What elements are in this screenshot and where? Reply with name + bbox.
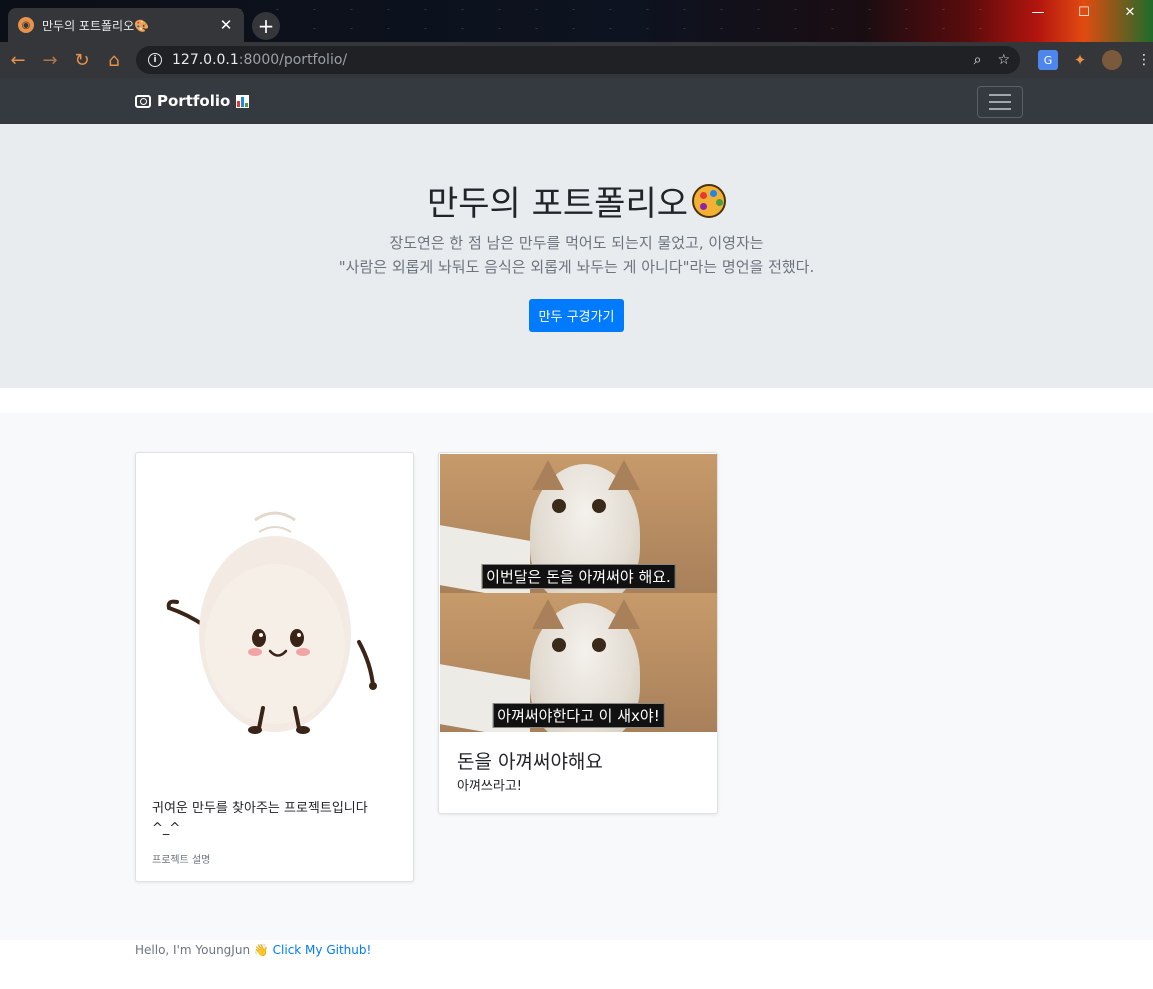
view-dumplings-button[interactable]: 만두 구경가기 (528, 299, 625, 332)
cat-panel-top: 이번달은 돈을 아껴써야 해요. (440, 454, 717, 593)
bookmark-star-icon[interactable]: ☆ (997, 52, 1010, 68)
album-section: 귀여운 만두를 찾아주는 프로젝트입니다 ^_^ 프로젝트 설명 이번달은 돈을… (0, 413, 1153, 940)
card-title: 돈을 아껴써야해요 (457, 751, 603, 773)
card-description: 귀여운 만두를 찾아주는 프로젝트입니다 ^_^ (152, 801, 368, 836)
zoom-search-icon[interactable]: ⌕ (974, 52, 982, 68)
hero-section: 만두의 포트폴리오 장도연은 한 점 남은 만두를 먹어도 되는지 물었고, 이… (0, 124, 1153, 388)
url-path: :8000/portfolio/ (238, 52, 348, 68)
dumpling-image (166, 511, 377, 734)
tab-close-icon[interactable]: ✕ (218, 16, 234, 34)
menu-kebab-icon[interactable]: ⋮ (1134, 50, 1153, 70)
navbar-brand[interactable]: Portfolio (135, 92, 250, 110)
back-arrow-icon[interactable]: ← (2, 44, 34, 76)
forward-arrow-icon[interactable]: → (34, 44, 66, 76)
bar-chart-icon (236, 94, 250, 108)
footer-text: Hello, I'm YoungJun 👋 (135, 943, 269, 957)
favicon-globe-icon: ◉ (18, 17, 34, 33)
brand-label: Portfolio (157, 92, 231, 110)
reload-icon[interactable]: ↻ (66, 44, 98, 76)
site-navbar: Portfolio (0, 78, 1153, 124)
url-host: 127.0.0.1 (172, 52, 239, 68)
maximize-icon[interactable]: ☐ (1061, 0, 1107, 24)
camera-icon (135, 94, 151, 108)
palette-icon (692, 183, 727, 218)
github-link[interactable]: Click My Github! (273, 943, 372, 957)
cat-panel-bottom: 아껴써야한다고 이 새x야! (440, 593, 717, 732)
puzzle-extensions-icon[interactable]: ✦ (1070, 50, 1090, 70)
site-info-icon[interactable]: i (148, 53, 162, 67)
extensions-area: G ✦ ⋮ (1032, 46, 1153, 74)
profile-avatar[interactable] (1102, 50, 1122, 70)
hero-lead-line-1: 장도연은 한 점 남은 만두를 먹어도 되는지 물었고, 이영자는 (389, 234, 764, 252)
project-card[interactable]: 귀여운 만두를 찾아주는 프로젝트입니다 ^_^ 프로젝트 설명 (135, 452, 414, 882)
hero-title-row: 만두의 포트폴리오 (0, 176, 1153, 225)
footer: Hello, I'm YoungJun 👋 Click My Github! (135, 943, 371, 957)
meme-caption-top: 이번달은 돈을 아껴써야 해요. (481, 564, 676, 589)
card-description: 아껴쓰라고! (457, 779, 523, 794)
page-title: 만두의 포트폴리오 (426, 184, 689, 224)
navbar-toggler-button[interactable] (977, 86, 1023, 118)
project-card[interactable]: 이번달은 돈을 아껴써야 해요. 아껴써야한다고 이 새x야! 돈을 아껴써야해… (438, 452, 718, 814)
new-tab-button[interactable]: + (252, 12, 280, 40)
address-bar[interactable]: i 127.0.0.1 :8000/portfolio/ ⌕ ☆ (136, 46, 1020, 74)
browser-titlebar: ◉ 만두의 포트폴리오🎨 ✕ + — ☐ ✕ (0, 0, 1153, 42)
close-window-icon[interactable]: ✕ (1107, 0, 1153, 24)
browser-tab[interactable]: ◉ 만두의 포트폴리오🎨 ✕ (8, 8, 244, 42)
cat-meme-image: 이번달은 돈을 아껴써야 해요. 아껴써야한다고 이 새x야! (440, 454, 717, 732)
minimize-icon[interactable]: — (1015, 0, 1061, 24)
browser-toolbar: ← → ↻ ⌂ i 127.0.0.1 :8000/portfolio/ ⌕ ☆… (0, 42, 1153, 78)
tab-title: 만두의 포트폴리오🎨 (42, 18, 150, 33)
hero-lead-line-2: "사람은 외롭게 놔둬도 음식은 외롭게 놔두는 게 아니다"라는 명언을 전했… (338, 258, 815, 276)
window-controls: — ☐ ✕ (1015, 0, 1153, 24)
translate-extension-icon[interactable]: G (1038, 50, 1058, 70)
meme-caption-bottom: 아껴써야한다고 이 새x야! (492, 703, 665, 728)
home-icon[interactable]: ⌂ (98, 44, 130, 76)
card-muted-text: 프로젝트 설명 (152, 855, 211, 866)
